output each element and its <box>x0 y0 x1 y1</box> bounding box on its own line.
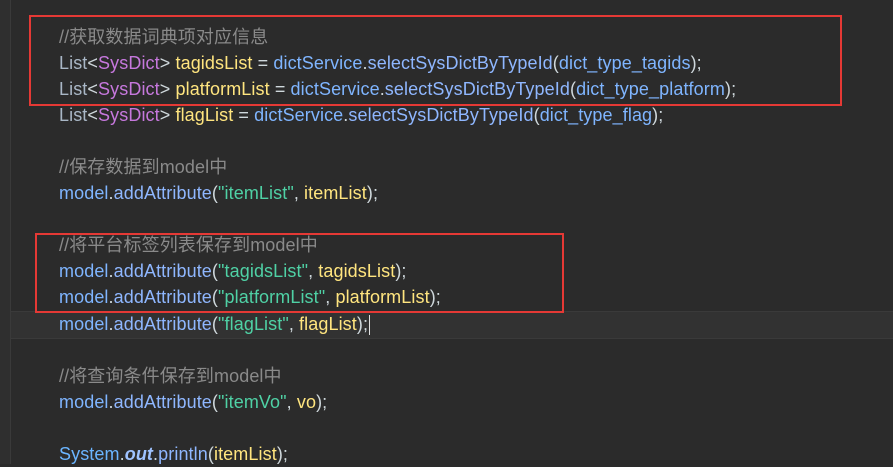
code-token-string: "flagList" <box>218 314 289 334</box>
code-token-plain: < <box>87 105 99 125</box>
code-editor[interactable]: //获取数据词典项对应信息 List<SysDict> tagidsList =… <box>0 0 893 464</box>
code-token-plain: , <box>293 183 305 203</box>
code-token-plain: ); <box>366 183 379 203</box>
code-token-field: dictService <box>254 105 344 125</box>
code-line-7[interactable]: model.addAttribute("itemList", itemList)… <box>59 180 378 206</box>
code-token-plain: > <box>159 105 176 125</box>
code-token-plain: ); <box>316 392 328 412</box>
code-token-var: flagList <box>299 314 357 334</box>
code-token-field: model <box>59 314 109 334</box>
code-token-generic: SysDict <box>98 105 160 125</box>
code-token-plain: , <box>288 314 300 334</box>
code-token-method: addAttribute <box>113 183 212 203</box>
code-line-6[interactable]: //保存数据到model中 <box>59 154 227 180</box>
code-token-class: System <box>59 444 120 464</box>
code-token-var: itemList <box>304 183 367 203</box>
code-token-var: flagList <box>175 105 234 125</box>
code-token-plain: ); <box>652 105 664 125</box>
annotation-box-middle <box>35 233 564 313</box>
code-token-plain: ); <box>356 314 369 334</box>
code-token-var: itemList <box>213 444 277 464</box>
code-line-17[interactable]: System.out.println(itemList); <box>59 441 288 467</box>
code-token-plain: , <box>286 392 297 412</box>
code-token-method: println <box>158 444 208 464</box>
code-line-12[interactable]: model.addAttribute("flagList", flagList)… <box>59 311 371 337</box>
code-token-comment: //将查询条件保存到model中 <box>59 366 282 386</box>
code-token-field: model <box>59 183 109 203</box>
code-token-method: selectSysDictByTypeId <box>348 105 534 125</box>
text-caret <box>369 315 371 336</box>
code-line-15[interactable]: model.addAttribute("itemVo", vo); <box>59 389 327 415</box>
code-token-method: addAttribute <box>113 392 212 412</box>
code-token-comment: //保存数据到model中 <box>59 157 228 177</box>
code-token-type: List <box>59 105 88 125</box>
code-token-string: "itemList" <box>218 183 294 203</box>
code-token-var: vo <box>296 392 317 412</box>
code-token-static: out <box>124 444 154 464</box>
annotation-box-top <box>29 15 842 106</box>
code-token-plain: = <box>233 105 255 125</box>
code-token-field: dict_type_flag <box>539 105 653 125</box>
code-token-string: "itemVo" <box>218 392 287 412</box>
code-token-field: model <box>59 392 109 412</box>
editor-gutter <box>0 0 11 464</box>
code-token-method: addAttribute <box>113 314 212 334</box>
code-line-14[interactable]: //将查询条件保存到model中 <box>59 363 282 389</box>
code-token-plain: ); <box>276 444 289 464</box>
